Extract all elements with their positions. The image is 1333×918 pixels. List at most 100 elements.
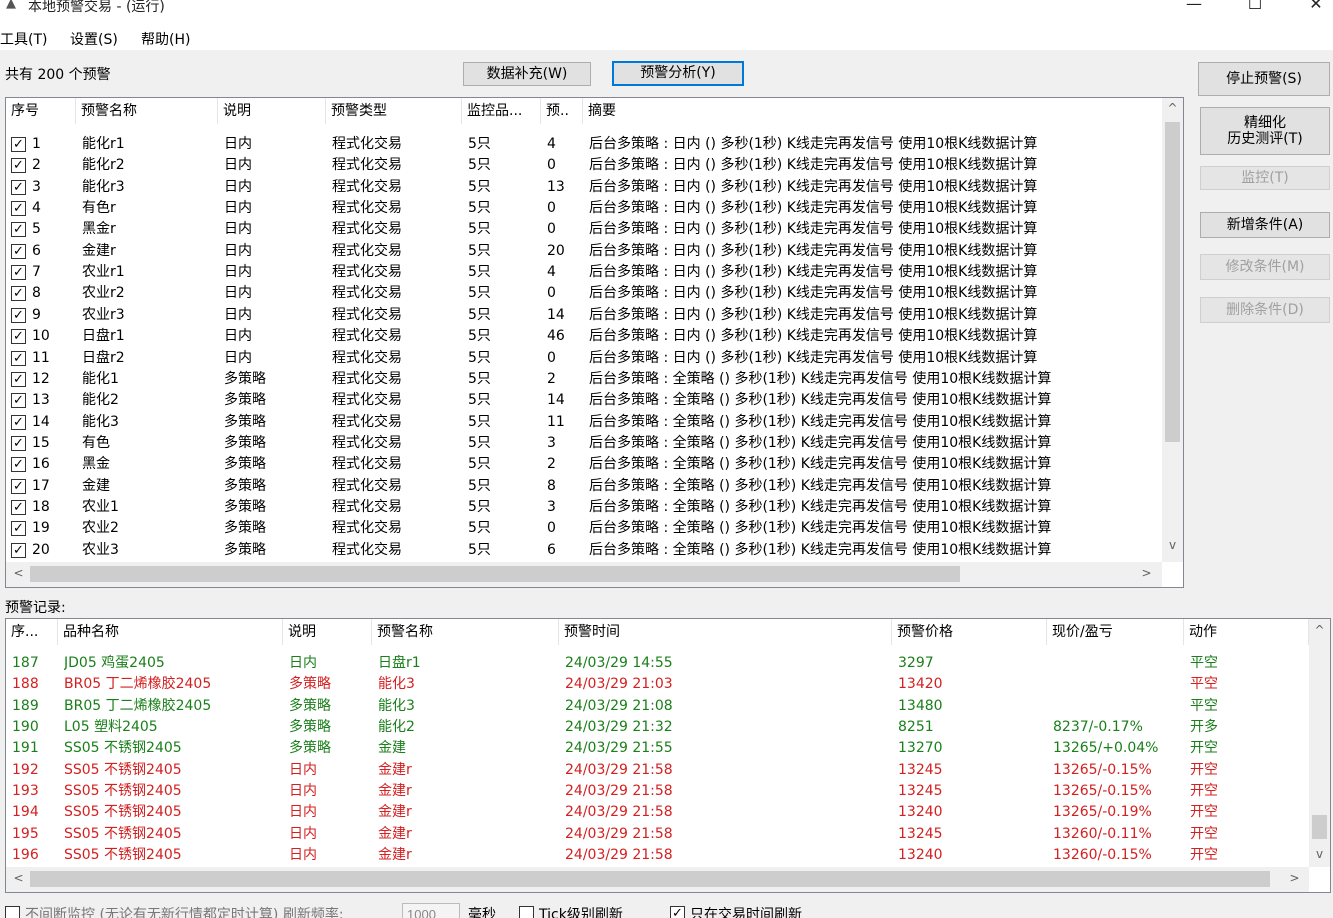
col-header-alert-name[interactable]: 预警名称	[76, 98, 218, 124]
table-row[interactable]: 189 BR05 丁二烯橡胶2405 多策略 能化3 24/03/29 21:08 134…	[6, 696, 1309, 717]
scroll-right-icon[interactable]: >	[1138, 566, 1155, 580]
add-condition-button[interactable]: 新增条件(A)	[1200, 212, 1330, 238]
modify-condition-button[interactable]: 修改条件(M)	[1200, 254, 1330, 280]
delete-condition-button[interactable]: 删除条件(D)	[1200, 297, 1330, 323]
scroll-left-icon[interactable]: <	[10, 566, 27, 580]
col-header-pnl[interactable]: 现价/盈亏	[1047, 619, 1184, 645]
col-header-action[interactable]: 动作	[1184, 619, 1309, 645]
table-row[interactable]: ✓ 13 能化2 多策略 程式化交易 5只 14 后台多策略 : 全策略 () 多秒(1秒) …	[6, 390, 1162, 411]
table-row[interactable]: ✓ 17 金建 多策略 程式化交易 5只 8 后台多策略 : 全策略 () 多秒(1秒) K线…	[6, 476, 1162, 497]
tick-refresh-checkbox[interactable]	[519, 906, 534, 918]
col-header-pre[interactable]: 预..	[541, 98, 583, 124]
table-row[interactable]: 194 SS05 不锈钢2405 日内 金建r 24/03/29 21:58 13240 1…	[6, 802, 1309, 823]
alert-analysis-button[interactable]: 预警分析(Y)	[612, 61, 744, 86]
row-checkbox[interactable]: ✓	[11, 265, 26, 281]
col-header-no[interactable]: 序号	[6, 98, 76, 124]
row-checkbox[interactable]: ✓	[11, 499, 26, 515]
records-hscroll-thumb[interactable]	[30, 871, 1270, 887]
alerts-vscrollbar[interactable]: ^ v	[1162, 98, 1183, 562]
table-row[interactable]: ✓ 6 金建r 日内 程式化交易 5只 20 后台多策略 : 日内 () 多秒(1秒) K线走…	[6, 241, 1162, 262]
row-checkbox[interactable]: ✓	[11, 158, 26, 174]
row-checkbox[interactable]: ✓	[11, 137, 26, 152]
row-checkbox[interactable]: ✓	[11, 243, 26, 259]
table-row[interactable]: ✓ 9 农业r3 日内 程式化交易 5只 14 后台多策略 : 日内 () 多秒(1秒) K线…	[6, 305, 1162, 326]
col-header-monitor[interactable]: 监控品...	[462, 98, 541, 124]
records-vscroll-thumb[interactable]	[1312, 815, 1327, 839]
table-row[interactable]: ✓ 12 能化1 多策略 程式化交易 5只 2 后台多策略 : 全策略 () 多秒(1秒) K…	[6, 369, 1162, 390]
scroll-left-icon[interactable]: <	[10, 871, 27, 885]
col-header-description[interactable]: 说明	[283, 619, 372, 645]
scroll-down-icon[interactable]: v	[1164, 538, 1181, 552]
table-row[interactable]: ✓ 5 黑金r 日内 程式化交易 5只 0 后台多策略 : 日内 () 多秒(1秒) K线走完…	[6, 219, 1162, 240]
table-row[interactable]: ✓ 16 黑金 多策略 程式化交易 5只 2 后台多策略 : 全策略 () 多秒(1秒) K线…	[6, 454, 1162, 475]
row-checkbox[interactable]: ✓	[11, 350, 26, 366]
col-header-summary[interactable]: 摘要	[583, 98, 1162, 124]
col-header-record-no[interactable]: 序...	[6, 619, 58, 645]
row-checkbox[interactable]: ✓	[11, 478, 26, 494]
row-checkbox[interactable]: ✓	[11, 414, 26, 430]
table-row[interactable]: ✓ 8 农业r2 日内 程式化交易 5只 0 后台多策略 : 日内 () 多秒(1秒) K线走…	[6, 283, 1162, 304]
stop-alert-button[interactable]: 停止预警(S)	[1198, 62, 1330, 96]
scroll-up-icon[interactable]: ^	[1311, 623, 1328, 637]
table-row[interactable]: ✓ 1 能化r1 日内 程式化交易 5只 4 后台多策略 : 日内 () 多秒(1秒) K线走…	[6, 134, 1162, 155]
table-row[interactable]: ✓ 4 有色r 日内 程式化交易 5只 0 后台多策略 : 日内 () 多秒(1秒) K线走完…	[6, 198, 1162, 219]
col-header-alert-type[interactable]: 预警类型	[326, 98, 462, 124]
row-checkbox[interactable]: ✓	[11, 201, 26, 217]
menu-tools[interactable]: 工具(T)	[0, 29, 47, 49]
table-row[interactable]: 188 BR05 丁二烯橡胶2405 多策略 能化3 24/03/29 21:03 134…	[6, 674, 1309, 695]
maximize-button[interactable]: ☐	[1233, 0, 1277, 16]
table-row[interactable]: 196 SS05 不锈钢2405 日内 金建r 24/03/29 21:58 13240 1…	[6, 845, 1309, 866]
table-row[interactable]: 193 SS05 不锈钢2405 日内 金建r 24/03/29 21:58 13245 1…	[6, 781, 1309, 802]
alerts-vscroll-thumb[interactable]	[1165, 122, 1180, 442]
close-button[interactable]: ✕	[1294, 0, 1333, 16]
row-checkbox[interactable]: ✓	[11, 457, 26, 473]
records-hscrollbar[interactable]: < >	[6, 867, 1309, 892]
row-checkbox[interactable]: ✓	[11, 435, 26, 451]
col-header-alert-name[interactable]: 预警名称	[372, 619, 559, 645]
refine-backtest-button[interactable]: 精细化 历史测评(T)	[1200, 107, 1330, 155]
table-row[interactable]: 192 SS05 不锈钢2405 日内 金建r 24/03/29 21:58 13245 1…	[6, 760, 1309, 781]
minimize-button[interactable]: —	[1172, 0, 1216, 16]
menu-settings[interactable]: 设置(S)	[70, 29, 118, 49]
row-checkbox[interactable]: ✓	[11, 393, 26, 409]
row-checkbox[interactable]: ✓	[11, 542, 26, 558]
table-row[interactable]: ✓ 19 农业2 多策略 程式化交易 5只 0 后台多策略 : 全策略 () 多秒(1秒) K…	[6, 518, 1162, 539]
table-row[interactable]: ✓ 18 农业1 多策略 程式化交易 5只 3 后台多策略 : 全策略 () 多秒(1秒) K…	[6, 497, 1162, 518]
row-checkbox[interactable]: ✓	[11, 521, 26, 537]
table-row[interactable]: 191 SS05 不锈钢2405 多策略 金建 24/03/29 21:55 13270 1…	[6, 738, 1309, 759]
scroll-up-icon[interactable]: ^	[1164, 101, 1181, 115]
table-row[interactable]: ✓ 10 日盘r1 日内 程式化交易 5只 46 后台多策略 : 日内 () 多秒(1秒) K…	[6, 326, 1162, 347]
row-checkbox[interactable]: ✓	[11, 179, 26, 195]
col-header-alert-time[interactable]: 预警时间	[559, 619, 892, 645]
trading-time-checkbox[interactable]: ✓	[670, 906, 685, 918]
table-row[interactable]: ✓ 11 日盘r2 日内 程式化交易 5只 0 后台多策略 : 日内 () 多秒(1秒) K线…	[6, 348, 1162, 369]
table-row[interactable]: ✓ 2 能化r2 日内 程式化交易 5只 0 后台多策略 : 日内 () 多秒(1秒) K线走…	[6, 155, 1162, 176]
col-header-description[interactable]: 说明	[218, 98, 326, 124]
scroll-right-icon[interactable]: >	[1286, 871, 1303, 885]
row-checkbox[interactable]: ✓	[11, 286, 26, 302]
table-row[interactable]: ✓ 14 能化3 多策略 程式化交易 5只 11 后台多策略 : 全策略 () 多秒(1秒) …	[6, 412, 1162, 433]
records-vscrollbar[interactable]: ^ v	[1309, 619, 1330, 867]
table-row[interactable]: ✓ 20 农业3 多策略 程式化交易 5只 6 后台多策略 : 全策略 () 多秒(1秒) K…	[6, 540, 1162, 561]
alerts-hscroll-thumb[interactable]	[30, 566, 960, 582]
alerts-hscrollbar[interactable]: < >	[6, 562, 1162, 587]
continuous-monitor-checkbox[interactable]	[5, 906, 20, 918]
col-header-alert-price[interactable]: 预警价格	[892, 619, 1047, 645]
pre-count-cell: 8	[547, 477, 556, 494]
table-row[interactable]: 195 SS05 不锈钢2405 日内 金建r 24/03/29 21:58 13245 1…	[6, 824, 1309, 845]
table-row[interactable]: 187 JD05 鸡蛋2405 日内 日盘r1 24/03/29 14:55 3297 平空	[6, 653, 1309, 674]
col-header-product[interactable]: 品种名称	[58, 619, 283, 645]
monitor-button[interactable]: 监控(T)	[1200, 166, 1330, 190]
data-supplement-button[interactable]: 数据补充(W)	[463, 62, 591, 86]
row-checkbox[interactable]: ✓	[11, 222, 26, 238]
table-row[interactable]: ✓ 3 能化r3 日内 程式化交易 5只 13 后台多策略 : 日内 () 多秒(1秒) K线…	[6, 177, 1162, 198]
row-checkbox[interactable]: ✓	[11, 371, 26, 387]
table-row[interactable]: 190 L05 塑料2405 多策略 能化2 24/03/29 21:32 8251 823…	[6, 717, 1309, 738]
row-checkbox[interactable]: ✓	[11, 307, 26, 323]
table-row[interactable]: ✓ 15 有色 多策略 程式化交易 5只 3 后台多策略 : 全策略 () 多秒(1秒) K线…	[6, 433, 1162, 454]
table-row[interactable]: ✓ 7 农业r1 日内 程式化交易 5只 4 后台多策略 : 日内 () 多秒(1秒) K线走…	[6, 262, 1162, 283]
row-checkbox[interactable]: ✓	[11, 329, 26, 345]
refresh-interval-input[interactable]	[402, 903, 460, 918]
scroll-down-icon[interactable]: v	[1311, 847, 1328, 861]
menu-help[interactable]: 帮助(H)	[141, 29, 190, 49]
